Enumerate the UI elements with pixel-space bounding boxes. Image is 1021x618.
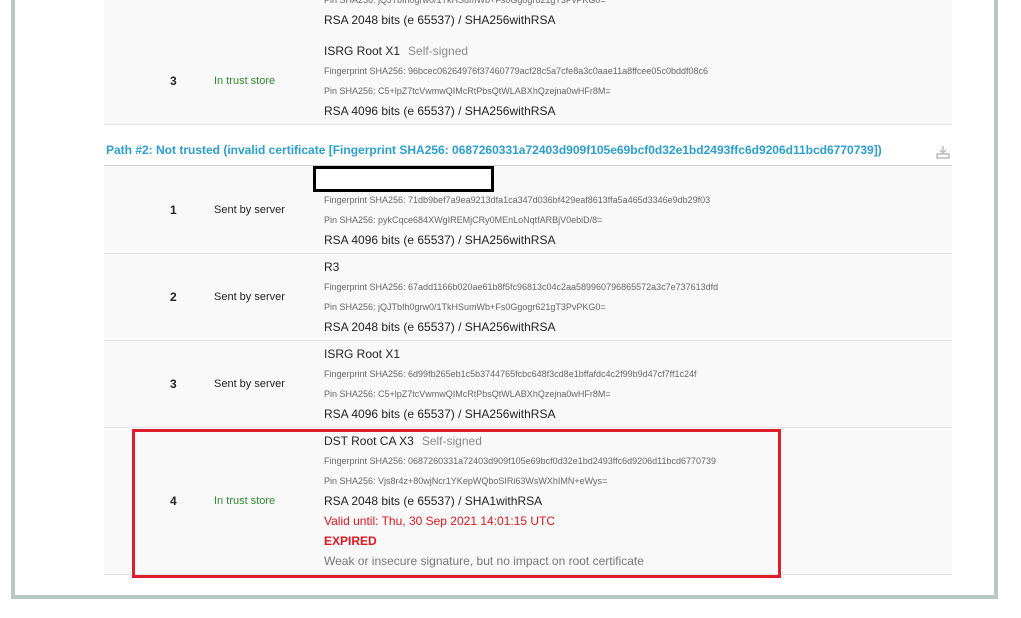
frame-bottom-border — [11, 595, 998, 599]
key-info: RSA 2048 bits (e 65537) / SHA256withRSA — [324, 13, 556, 27]
cert-row: 2 Sent by server R3 Fingerprint SHA256: … — [104, 254, 952, 341]
pin-sha256: Pin SHA256: jQJTbIh0grw0/1TkHSumWb+Fs0Gg… — [324, 0, 606, 5]
fingerprint-sha256: Fingerprint SHA256: 6d99fb265eb1c5b37447… — [324, 369, 697, 379]
cert-name: R3 — [324, 260, 340, 274]
key-info: RSA 4096 bits (e 65537) / SHA256withRSA — [324, 407, 556, 421]
fingerprint-sha256: Fingerprint SHA256: 96bcec06264976f37460… — [324, 66, 708, 76]
cert-name: ISRG Root X1 — [324, 347, 401, 361]
cert-row: 3 In trust store ISRG Root X1 Self-signed… — [104, 38, 952, 125]
fingerprint-sha256: Fingerprint SHA256: 67add1166b020ae61b8f… — [324, 282, 719, 292]
frame-right-border — [994, 0, 998, 598]
key-info: RSA 2048 bits (e 65537) / SHA256withRSA — [324, 320, 556, 334]
cert-index: 3 — [170, 377, 177, 391]
cert-source: Sent by server — [214, 378, 285, 390]
fingerprint-sha256: Fingerprint SHA256: 71db9bef7a9ea9213dfa… — [324, 195, 711, 205]
pin-sha256: Pin SHA256: jQJTbIh0grw0/1TkHSumWb+Fs0Gg… — [324, 302, 606, 312]
cert-index: 3 — [170, 74, 177, 88]
path-divider — [104, 165, 952, 166]
highlight-box — [132, 429, 781, 578]
frame-left-border — [11, 0, 15, 598]
cert-source: Sent by server — [214, 291, 285, 303]
pin-sha256: Pin SHA256: C5+lpZ7tcVwmwQIMcRtPbsQtWLAB… — [324, 389, 611, 399]
cert-name: ISRG Root X1 — [324, 44, 401, 58]
cert-index: 1 — [170, 203, 177, 217]
pin-sha256: Pin SHA256: C5+lpZ7tcVwmwQIMcRtPbsQtWLAB… — [324, 86, 611, 96]
key-info: RSA 4096 bits (e 65537) / SHA256withRSA — [324, 233, 556, 247]
path-2-header[interactable]: Path #2: Not trusted (invalid certificat… — [106, 143, 882, 157]
cert-row: Pin SHA256: jQJTbIh0grw0/1TkHSumWb+Fs0Gg… — [104, 0, 952, 39]
cert-row: 3 Sent by server ISRG Root X1 Fingerprin… — [104, 341, 952, 428]
cert-source: In trust store — [214, 75, 276, 87]
cert-source: Sent by server — [214, 204, 285, 216]
cert-row: 1 Sent by server Fingerprint SHA256: 71d… — [104, 167, 952, 254]
download-icon[interactable] — [936, 145, 950, 159]
key-info: RSA 4096 bits (e 65537) / SHA256withRSA — [324, 104, 556, 118]
cert-index: 2 — [170, 290, 177, 304]
pin-sha256: Pin SHA256: pykCqce684XWgIREMjCRy0MEnLoN… — [324, 215, 603, 225]
self-signed-badge: Self-signed — [408, 44, 469, 58]
redaction-box — [313, 166, 494, 192]
